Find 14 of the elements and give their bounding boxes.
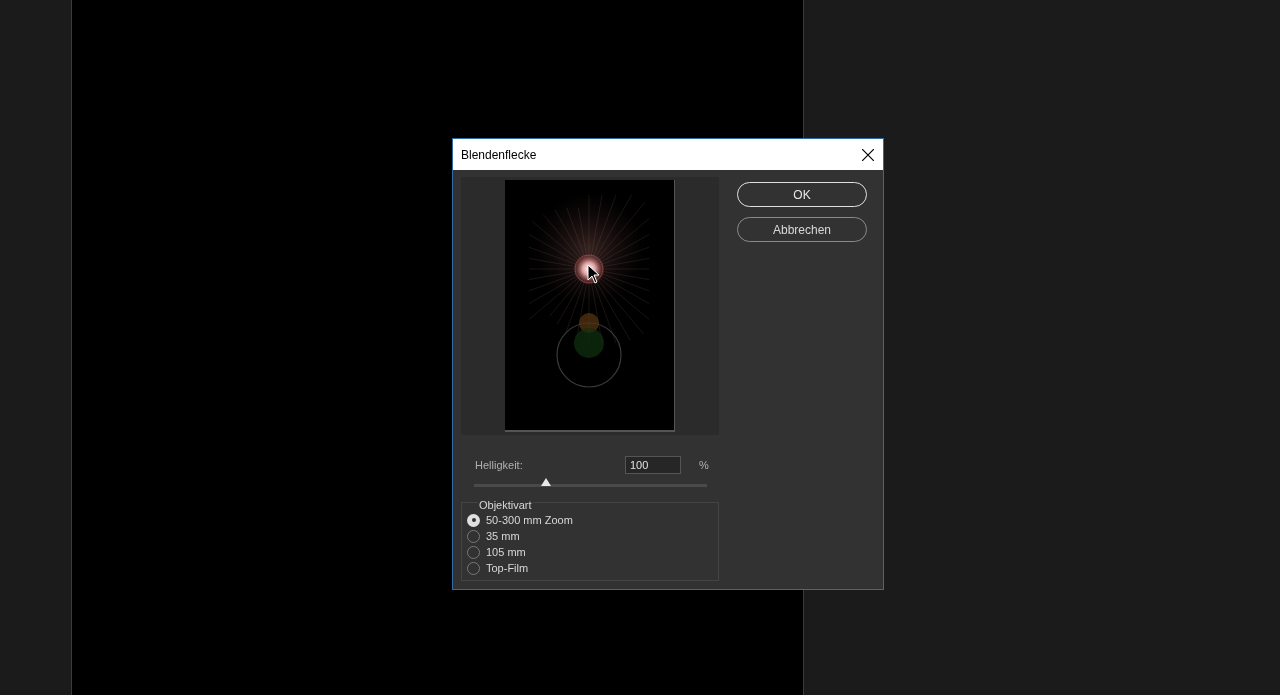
group-legend: Objektivart [478, 498, 533, 512]
slider-thumb[interactable] [541, 477, 552, 486]
radio-option[interactable]: 105 mm [467, 544, 718, 560]
brightness-input[interactable]: 100 [625, 456, 681, 474]
radio-option[interactable]: 35 mm [467, 528, 718, 544]
radio-option[interactable]: 50-300 mm Zoom [467, 512, 718, 528]
radio-option[interactable]: Top-Film [467, 560, 718, 576]
percent-unit: % [699, 457, 709, 473]
window-title: Blendenflecke [461, 146, 537, 164]
close-icon [862, 148, 874, 161]
brightness-label: Helligkeit: [475, 457, 524, 473]
preview-image[interactable] [505, 180, 675, 432]
radio-button [467, 513, 480, 527]
cursor-icon [587, 264, 599, 284]
